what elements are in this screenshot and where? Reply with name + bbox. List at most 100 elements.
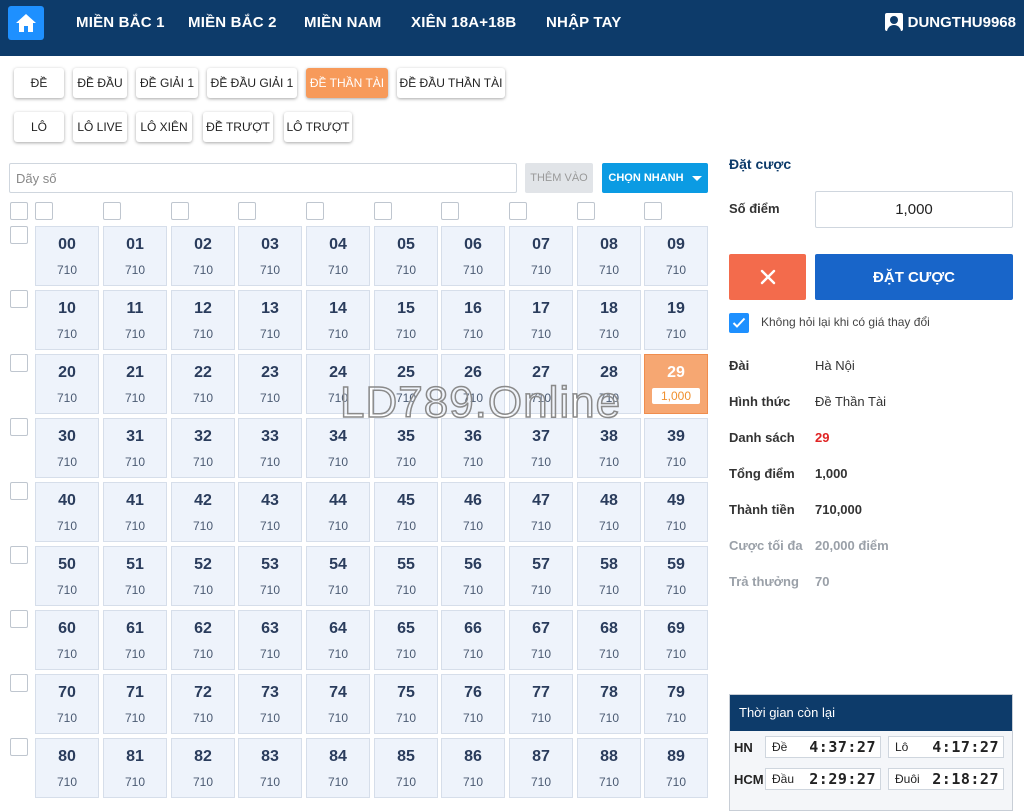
number-cell[interactable]: 81 710 bbox=[103, 738, 167, 798]
column-checkbox[interactable] bbox=[577, 202, 595, 220]
number-cell[interactable]: 06 710 bbox=[441, 226, 505, 286]
number-cell[interactable]: 64 710 bbox=[306, 610, 370, 670]
number-cell[interactable]: 01 710 bbox=[103, 226, 167, 286]
number-cell[interactable]: 18 710 bbox=[577, 290, 641, 350]
number-cell[interactable]: 86 710 bbox=[441, 738, 505, 798]
number-cell[interactable]: 14 710 bbox=[306, 290, 370, 350]
number-cell[interactable]: 50 710 bbox=[35, 546, 99, 606]
number-cell[interactable]: 56 710 bbox=[441, 546, 505, 606]
number-cell[interactable]: 04 710 bbox=[306, 226, 370, 286]
bet-type-de-dau[interactable]: ĐỀ ĐẦU bbox=[73, 68, 127, 98]
column-checkbox[interactable] bbox=[374, 202, 392, 220]
number-sequence-input[interactable] bbox=[9, 163, 517, 193]
number-cell[interactable]: 88 710 bbox=[577, 738, 641, 798]
row-checkbox[interactable] bbox=[10, 226, 28, 244]
column-checkbox[interactable] bbox=[306, 202, 324, 220]
number-cell[interactable]: 24 710 bbox=[306, 354, 370, 414]
column-checkbox[interactable] bbox=[35, 202, 53, 220]
number-cell[interactable]: 27 710 bbox=[509, 354, 573, 414]
number-cell[interactable]: 17 710 bbox=[509, 290, 573, 350]
number-cell[interactable]: 35 710 bbox=[374, 418, 438, 478]
number-cell[interactable]: 00 710 bbox=[35, 226, 99, 286]
number-cell[interactable]: 32 710 bbox=[171, 418, 235, 478]
points-input[interactable] bbox=[815, 191, 1013, 228]
number-cell[interactable]: 77 710 bbox=[509, 674, 573, 734]
column-checkbox[interactable] bbox=[103, 202, 121, 220]
number-cell[interactable]: 73 710 bbox=[238, 674, 302, 734]
bet-type-de-dau-than-tai[interactable]: ĐỀ ĐẦU THẦN TÀI bbox=[397, 68, 505, 98]
number-cell[interactable]: 75 710 bbox=[374, 674, 438, 734]
row-checkbox[interactable] bbox=[10, 546, 28, 564]
number-cell[interactable]: 19 710 bbox=[644, 290, 708, 350]
user-menu[interactable]: DUNGTHU9968 bbox=[884, 13, 1016, 31]
nav-mien-bac-1[interactable]: MIỀN BẮC 1 bbox=[76, 14, 165, 31]
home-button[interactable] bbox=[8, 6, 44, 40]
cancel-button[interactable] bbox=[729, 254, 806, 300]
select-all-checkbox[interactable] bbox=[10, 202, 28, 220]
add-button[interactable]: THÊM VÀO bbox=[525, 163, 593, 193]
number-cell[interactable]: 42 710 bbox=[171, 482, 235, 542]
number-cell[interactable]: 20 710 bbox=[35, 354, 99, 414]
number-cell[interactable]: 80 710 bbox=[35, 738, 99, 798]
number-cell[interactable]: 21 710 bbox=[103, 354, 167, 414]
number-cell[interactable]: 12 710 bbox=[171, 290, 235, 350]
number-cell[interactable]: 31 710 bbox=[103, 418, 167, 478]
number-cell[interactable]: 44 710 bbox=[306, 482, 370, 542]
number-cell[interactable]: 59 710 bbox=[644, 546, 708, 606]
number-cell[interactable]: 60 710 bbox=[35, 610, 99, 670]
number-cell[interactable]: 62 710 bbox=[171, 610, 235, 670]
number-cell[interactable]: 58 710 bbox=[577, 546, 641, 606]
bet-type-lo-xien[interactable]: LÔ XIÊN bbox=[136, 112, 192, 142]
number-cell[interactable]: 45 710 bbox=[374, 482, 438, 542]
number-cell[interactable]: 11 710 bbox=[103, 290, 167, 350]
number-cell[interactable]: 79 710 bbox=[644, 674, 708, 734]
number-cell[interactable]: 10 710 bbox=[35, 290, 99, 350]
number-cell[interactable]: 53 710 bbox=[238, 546, 302, 606]
number-cell[interactable]: 43 710 bbox=[238, 482, 302, 542]
number-cell[interactable]: 82 710 bbox=[171, 738, 235, 798]
bet-type-de[interactable]: ĐỀ bbox=[14, 68, 64, 98]
nav-mien-bac-2[interactable]: MIỀN BẮC 2 bbox=[188, 14, 277, 31]
number-cell[interactable]: 51 710 bbox=[103, 546, 167, 606]
number-cell[interactable]: 69 710 bbox=[644, 610, 708, 670]
row-checkbox[interactable] bbox=[10, 674, 28, 692]
nav-xien[interactable]: XIÊN 18A+18B bbox=[411, 14, 516, 31]
nav-mien-nam[interactable]: MIỀN NAM bbox=[304, 14, 381, 31]
number-cell[interactable]: 29 1,000 bbox=[644, 354, 708, 414]
number-cell[interactable]: 70 710 bbox=[35, 674, 99, 734]
place-bet-button[interactable]: ĐẶT CƯỢC bbox=[815, 254, 1013, 300]
bet-type-lo-live[interactable]: LÔ LIVE bbox=[73, 112, 127, 142]
number-cell[interactable]: 25 710 bbox=[374, 354, 438, 414]
column-checkbox[interactable] bbox=[509, 202, 527, 220]
number-cell[interactable]: 65 710 bbox=[374, 610, 438, 670]
number-cell[interactable]: 33 710 bbox=[238, 418, 302, 478]
number-cell[interactable]: 23 710 bbox=[238, 354, 302, 414]
number-cell[interactable]: 30 710 bbox=[35, 418, 99, 478]
number-cell[interactable]: 68 710 bbox=[577, 610, 641, 670]
number-cell[interactable]: 38 710 bbox=[577, 418, 641, 478]
number-cell[interactable]: 07 710 bbox=[509, 226, 573, 286]
number-cell[interactable]: 28 710 bbox=[577, 354, 641, 414]
number-cell[interactable]: 84 710 bbox=[306, 738, 370, 798]
number-cell[interactable]: 46 710 bbox=[441, 482, 505, 542]
number-cell[interactable]: 57 710 bbox=[509, 546, 573, 606]
number-cell[interactable]: 02 710 bbox=[171, 226, 235, 286]
bet-type-lo[interactable]: LÔ bbox=[14, 112, 64, 142]
number-cell[interactable]: 66 710 bbox=[441, 610, 505, 670]
number-cell[interactable]: 52 710 bbox=[171, 546, 235, 606]
column-checkbox[interactable] bbox=[238, 202, 256, 220]
number-cell[interactable]: 22 710 bbox=[171, 354, 235, 414]
column-checkbox[interactable] bbox=[171, 202, 189, 220]
number-cell[interactable]: 76 710 bbox=[441, 674, 505, 734]
number-cell[interactable]: 63 710 bbox=[238, 610, 302, 670]
number-cell[interactable]: 16 710 bbox=[441, 290, 505, 350]
bet-type-de-than-tai[interactable]: ĐỀ THẦN TÀI bbox=[306, 68, 388, 98]
number-cell[interactable]: 05 710 bbox=[374, 226, 438, 286]
bet-type-de-dau-giai-1[interactable]: ĐỀ ĐẦU GIẢI 1 bbox=[207, 68, 297, 98]
number-cell[interactable]: 09 710 bbox=[644, 226, 708, 286]
number-cell[interactable]: 72 710 bbox=[171, 674, 235, 734]
number-cell[interactable]: 85 710 bbox=[374, 738, 438, 798]
number-cell[interactable]: 89 710 bbox=[644, 738, 708, 798]
number-cell[interactable]: 67 710 bbox=[509, 610, 573, 670]
number-cell[interactable]: 55 710 bbox=[374, 546, 438, 606]
